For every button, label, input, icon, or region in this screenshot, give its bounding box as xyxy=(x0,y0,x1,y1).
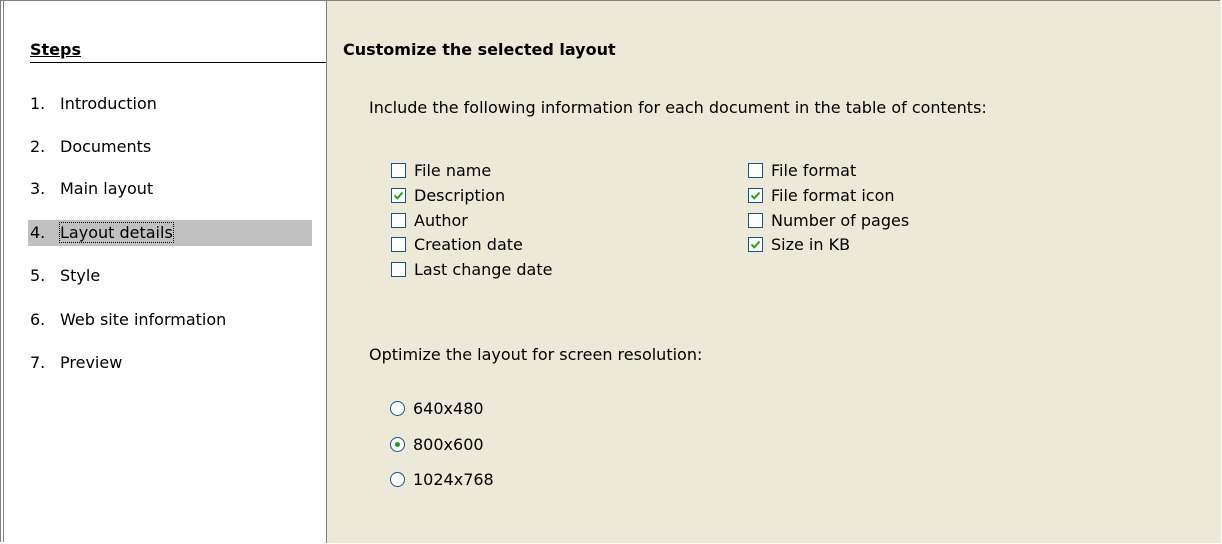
checkbox-unchecked-icon xyxy=(391,213,406,228)
radio-unselected-icon xyxy=(390,472,405,487)
file-name-checkbox[interactable]: File name xyxy=(391,159,491,182)
checkbox-label: Creation date xyxy=(414,235,523,254)
checkmark-icon xyxy=(391,188,406,203)
step-number: 3. xyxy=(30,179,46,198)
checkbox-label: File format icon xyxy=(771,186,895,205)
step-web-site-information[interactable]: 6. Web site information xyxy=(28,307,312,333)
checkbox-label: Author xyxy=(414,211,468,230)
radio-label: 1024x768 xyxy=(413,470,494,489)
checkbox-label: Number of pages xyxy=(771,211,910,230)
radio-label: 640x480 xyxy=(413,399,484,418)
step-number: 4. xyxy=(30,223,46,242)
radio-label: 800x600 xyxy=(413,435,484,454)
file-format-checkbox[interactable]: File format xyxy=(748,159,856,182)
last-change-date-checkbox[interactable]: Last change date xyxy=(391,258,552,281)
step-main-layout[interactable]: 3. Main layout xyxy=(28,176,312,202)
step-label: Web site information xyxy=(60,310,227,329)
step-label: Introduction xyxy=(60,94,157,113)
resolution-640x480-radio[interactable]: 640x480 xyxy=(390,397,484,420)
steps-sidebar: Steps 1. Introduction 2. Documents 3. Main … xyxy=(4,1,327,543)
resolution-1024x768-radio[interactable]: 1024x768 xyxy=(390,468,494,491)
checkbox-label: File format xyxy=(771,161,857,180)
step-style[interactable]: 5. Style xyxy=(28,263,312,289)
wizard-frame: Steps 1. Introduction 2. Documents 3. Main … xyxy=(0,0,1221,543)
checkmark-icon xyxy=(748,237,763,252)
checkmark-icon xyxy=(748,188,763,203)
step-number: 1. xyxy=(30,94,46,113)
steps-title-underline xyxy=(30,62,326,63)
resolution-label: Optimize the layout for screen resolutio… xyxy=(369,345,703,364)
panel-title: Customize the selected layout xyxy=(343,40,616,59)
step-preview[interactable]: 7. Preview xyxy=(28,350,312,376)
size-in-kb-checkbox[interactable]: Size in KB xyxy=(748,233,850,256)
checkbox-unchecked-icon xyxy=(391,262,406,277)
radio-unselected-icon xyxy=(390,401,405,416)
checkbox-unchecked-icon xyxy=(391,237,406,252)
step-label: Style xyxy=(60,266,101,285)
step-label: Documents xyxy=(60,137,152,156)
number-of-pages-checkbox[interactable]: Number of pages xyxy=(748,209,909,232)
description-checkbox[interactable]: Description xyxy=(391,184,505,207)
checkbox-label: Size in KB xyxy=(771,235,851,254)
checkbox-label: File name xyxy=(414,161,492,180)
step-label: Main layout xyxy=(60,179,154,198)
creation-date-checkbox[interactable]: Creation date xyxy=(391,233,523,256)
layout-details-panel: Customize the selected layout Include th… xyxy=(327,1,1221,543)
author-checkbox[interactable]: Author xyxy=(391,209,468,232)
step-label: Preview xyxy=(60,353,123,372)
checkbox-unchecked-icon xyxy=(391,163,406,178)
file-format-icon-checkbox[interactable]: File format icon xyxy=(748,184,895,207)
step-number: 2. xyxy=(30,137,46,156)
checkbox-label: Description xyxy=(414,186,506,205)
steps-title: Steps xyxy=(30,40,81,59)
step-number: 7. xyxy=(30,353,46,372)
step-number: 5. xyxy=(30,266,46,285)
step-label: Layout details xyxy=(59,222,174,243)
checkbox-unchecked-icon xyxy=(748,213,763,228)
radio-selected-icon xyxy=(390,437,405,452)
checkbox-unchecked-icon xyxy=(748,163,763,178)
step-layout-details[interactable]: 4. Layout details xyxy=(28,220,312,246)
step-documents[interactable]: 2. Documents xyxy=(28,134,312,160)
step-number: 6. xyxy=(30,310,46,329)
checkbox-label: Last change date xyxy=(414,260,553,279)
include-info-label: Include the following information for ea… xyxy=(369,98,987,117)
resolution-800x600-radio[interactable]: 800x600 xyxy=(390,433,484,456)
step-introduction[interactable]: 1. Introduction xyxy=(28,91,312,117)
